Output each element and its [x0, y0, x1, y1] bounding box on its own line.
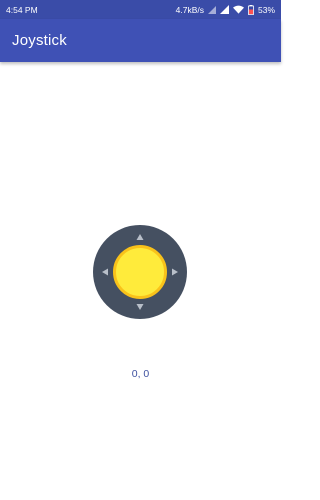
status-indicators: 4.7kB/s 53%	[175, 4, 275, 15]
status-time: 4:54 PM	[6, 4, 38, 15]
signal-icon	[219, 5, 229, 14]
network-speed: 4.7kB/s	[175, 4, 204, 15]
wifi-icon	[232, 5, 244, 14]
battery-icon	[248, 4, 254, 15]
joystick-knob[interactable]	[113, 245, 167, 299]
joystick[interactable]	[93, 225, 187, 319]
app-title: Joystick	[12, 32, 67, 49]
signal-icon	[207, 5, 216, 14]
status-bar: 4:54 PM 4.7kB/s 53%	[0, 0, 281, 19]
app-bar: Joystick	[0, 19, 281, 62]
screen: 4:54 PM 4.7kB/s 53% Joystick 0, 0	[0, 0, 281, 500]
coordinates-label: 0, 0	[131, 368, 150, 380]
battery-percent: 53%	[257, 4, 275, 15]
